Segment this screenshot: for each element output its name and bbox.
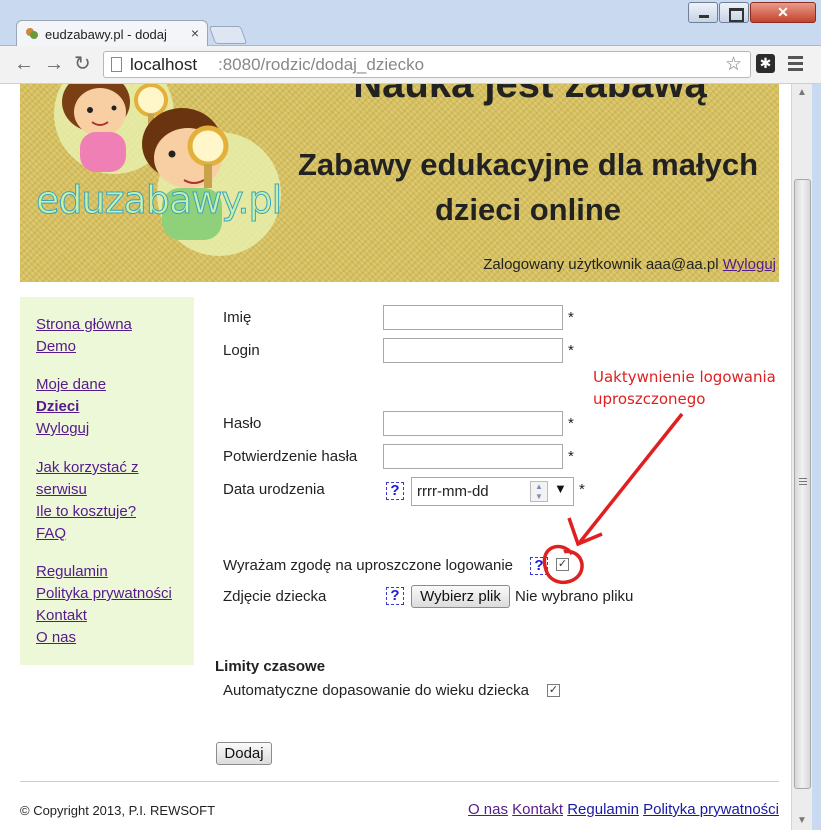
page-viewport: eduzabawy.pl Nauka jest zabawą Zabawy ed… (0, 84, 791, 830)
sidebar-item-how-to-use[interactable]: Jak korzystać z (36, 459, 139, 476)
page-icon (111, 57, 122, 72)
sidebar-nav: Strona główna Demo Moje dane Dzieci Wylo… (20, 297, 194, 665)
header-logout-link[interactable]: Wyloguj (723, 256, 776, 273)
birthdate-input[interactable]: rrrr-mm-dd ▲ ▼ ▼ (411, 477, 574, 506)
new-tab-button[interactable] (208, 26, 248, 44)
browser-toolbar: ← → ↻ localhost :8080/rodzic/dodaj_dziec… (0, 46, 821, 84)
footer-contact-link[interactable]: Kontakt (512, 801, 563, 818)
footer-about-link[interactable]: O nas (468, 801, 508, 818)
sidebar-item-home[interactable]: Strona główna (36, 316, 132, 333)
vertical-scrollbar[interactable]: ▲ ▼ (791, 84, 812, 830)
minimize-button[interactable] (688, 2, 718, 23)
scroll-grip-icon (799, 478, 807, 487)
required-mark: * (568, 448, 574, 465)
sidebar-item-how-to-use-cont[interactable]: serwisu (36, 481, 87, 498)
required-mark: * (568, 309, 574, 326)
footer-links: O nas Kontakt Regulamin Polityka prywatn… (468, 801, 779, 818)
banner-subtitle: Zabawy edukacyjne dla małych dzieci onli… (297, 147, 759, 227)
file-status: Nie wybrano pliku (515, 588, 634, 605)
forward-arrow-icon[interactable]: → (44, 54, 64, 74)
birthdate-placeholder: rrrr-mm-dd (417, 483, 489, 500)
back-arrow-icon[interactable]: ← (14, 54, 34, 74)
spin-up-icon[interactable]: ▲ (531, 482, 547, 492)
sidebar-item-children[interactable]: Dzieci (36, 398, 79, 415)
footer-privacy-link[interactable]: Polityka prywatności (643, 801, 779, 818)
limits-title: Limity czasowe (215, 658, 326, 675)
close-window-icon: ✕ (777, 4, 789, 20)
date-spinner[interactable]: ▲ ▼ (530, 481, 548, 502)
consent-label: Wyrażam zgodę na uproszczone logowanie (223, 557, 514, 574)
required-mark: * (568, 415, 574, 432)
scroll-thumb[interactable] (794, 179, 811, 789)
consent-help-icon[interactable]: ? (530, 557, 548, 575)
banner-title: Nauka jest zabawą (353, 84, 707, 106)
footer-divider (20, 781, 779, 782)
sidebar-item-logout[interactable]: Wyloguj (36, 420, 89, 437)
logged-in-bar: Zalogowany użytkownik aaa@aa.pl Wyloguj (483, 256, 776, 273)
photo-label: Zdjęcie dziecka (223, 588, 327, 605)
address-bar[interactable]: localhost :8080/rodzic/dodaj_dziecko ☆ (103, 51, 751, 78)
site-logo[interactable]: eduzabawy.pl (35, 178, 282, 223)
sidebar-item-demo[interactable]: Demo (36, 338, 76, 355)
annotation-text: Uaktywnienie logowania uproszczonego (593, 366, 776, 410)
sidebar-item-contact[interactable]: Kontakt (36, 607, 87, 624)
annotation-line-2: uproszczonego (593, 390, 706, 408)
sidebar-item-privacy[interactable]: Polityka prywatności (36, 585, 172, 602)
tab-close-icon[interactable]: × (191, 25, 199, 41)
bookmark-star-icon[interactable]: ☆ (725, 53, 742, 76)
reload-icon[interactable]: ↻ (74, 54, 91, 74)
logged-in-text: Zalogowany użytkownik aaa@aa.pl (483, 256, 719, 273)
auto-age-label: Automatyczne dopasowanie do wieku dzieck… (223, 682, 530, 699)
extension-icon[interactable]: ✱ (756, 54, 775, 73)
add-child-button[interactable]: Dodaj (216, 742, 272, 765)
password-confirm-label: Potwierdzenie hasła (223, 448, 358, 465)
window-frame (812, 84, 821, 830)
required-mark: * (568, 342, 574, 359)
password-confirm-input[interactable] (383, 444, 563, 469)
required-mark: * (579, 481, 585, 498)
date-dropdown-icon[interactable]: ▼ (554, 481, 567, 496)
menu-icon[interactable] (788, 56, 803, 74)
sidebar-item-my-data[interactable]: Moje dane (36, 376, 106, 393)
kids-illustration-icon (54, 84, 281, 256)
site-favicon-icon (26, 28, 38, 39)
login-label: Login (223, 342, 260, 359)
password-label: Hasło (223, 415, 262, 432)
photo-help-icon[interactable]: ? (386, 587, 404, 605)
login-input[interactable] (383, 338, 563, 363)
sidebar-item-about[interactable]: O nas (36, 629, 76, 646)
copyright: © Copyright 2013, P.I. REWSOFT (20, 803, 216, 818)
password-input[interactable] (383, 411, 563, 436)
tab-title: eudzabawy.pl - dodaj (45, 27, 167, 42)
annotation-line-1: Uaktywnienie logowania (593, 368, 776, 386)
sidebar-item-pricing[interactable]: Ile to kosztuje? (36, 503, 136, 520)
window-titlebar: eudzabawy.pl - dodaj × ✕ (0, 0, 821, 47)
footer-terms-link[interactable]: Regulamin (567, 801, 639, 818)
spin-down-icon[interactable]: ▼ (531, 492, 547, 502)
name-label: Imię (223, 309, 252, 326)
sidebar-item-faq[interactable]: FAQ (36, 525, 66, 542)
url-host: localhost (130, 55, 198, 74)
maximize-button[interactable] (719, 2, 749, 23)
scroll-up-icon[interactable]: ▲ (796, 88, 808, 98)
birthdate-label: Data urodzenia (223, 481, 325, 498)
scroll-down-icon[interactable]: ▼ (796, 816, 808, 826)
close-window-button[interactable]: ✕ (750, 2, 816, 23)
browser-tab[interactable]: eudzabawy.pl - dodaj × (16, 20, 208, 47)
choose-file-button[interactable]: Wybierz plik (411, 585, 510, 608)
name-input[interactable] (383, 305, 563, 330)
sidebar-item-terms[interactable]: Regulamin (36, 563, 108, 580)
auto-age-checkbox[interactable]: ✓ (547, 684, 560, 697)
birthdate-help-icon[interactable]: ? (386, 482, 404, 500)
consent-checkbox[interactable]: ✓ (556, 558, 569, 571)
url-path: :8080/rodzic/dodaj_dziecko (218, 55, 425, 74)
header-banner: eduzabawy.pl Nauka jest zabawą Zabawy ed… (20, 84, 779, 282)
